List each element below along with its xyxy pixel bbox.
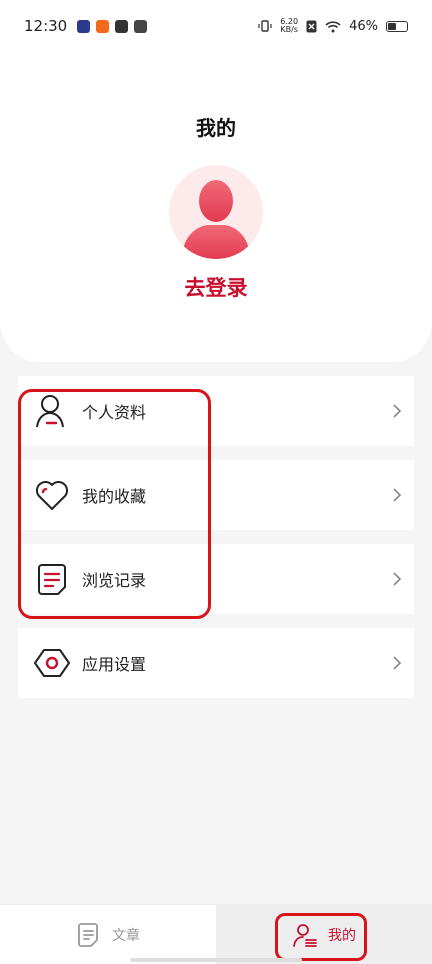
bottom-nav: 文章 我的 bbox=[0, 904, 432, 964]
chevron-right-icon bbox=[393, 572, 402, 586]
tab-articles[interactable]: 文章 bbox=[0, 905, 216, 964]
wifi-icon bbox=[325, 20, 341, 32]
person-icon bbox=[36, 395, 64, 428]
tab-mine[interactable]: 我的 bbox=[216, 905, 432, 964]
avatar[interactable] bbox=[169, 165, 263, 259]
article-icon bbox=[78, 923, 98, 947]
settings-hexagon-icon bbox=[34, 649, 70, 677]
heart-icon bbox=[36, 481, 68, 510]
menu-item-profile[interactable]: 个人资料 bbox=[18, 376, 414, 446]
menu-item-settings[interactable]: 应用设置 bbox=[18, 628, 414, 698]
vibrate-icon bbox=[258, 20, 272, 32]
page-title: 我的 bbox=[196, 116, 236, 140]
menu-item-label: 应用设置 bbox=[82, 655, 147, 674]
menu-item-label: 浏览记录 bbox=[82, 571, 147, 590]
chevron-right-icon bbox=[393, 656, 402, 670]
tab-label: 文章 bbox=[112, 928, 140, 944]
status-time: 12:30 bbox=[24, 17, 68, 35]
play-app-icon bbox=[77, 19, 91, 33]
net-speed: 6.20 KB/s bbox=[280, 18, 298, 34]
chevron-right-icon bbox=[393, 488, 402, 502]
net-speed-unit: KB/s bbox=[280, 25, 298, 34]
mail-app-icon bbox=[134, 19, 148, 33]
status-bar: 12:30 6.20 KB/s 46% bbox=[0, 0, 432, 52]
no-sim-icon bbox=[306, 20, 317, 32]
home-indicator bbox=[130, 958, 302, 962]
battery-text: 46% bbox=[349, 18, 378, 34]
battery-icon bbox=[386, 20, 408, 32]
link-app-icon bbox=[115, 19, 129, 33]
default-avatar-icon bbox=[182, 180, 250, 259]
chevron-right-icon bbox=[393, 404, 402, 418]
menu-item-favorites[interactable]: 我的收藏 bbox=[18, 460, 414, 530]
menu-item-history[interactable]: 浏览记录 bbox=[18, 544, 414, 614]
profile-header: 我的 去登录 bbox=[0, 52, 432, 362]
tab-label: 我的 bbox=[328, 928, 356, 944]
menu-item-label: 我的收藏 bbox=[82, 487, 147, 506]
profile-icon bbox=[293, 924, 317, 947]
menu-item-label: 个人资料 bbox=[82, 403, 147, 422]
document-list-icon bbox=[38, 564, 66, 595]
status-app-icons bbox=[77, 19, 148, 33]
orange-app-icon bbox=[96, 19, 110, 33]
login-link[interactable]: 去登录 bbox=[0, 272, 432, 302]
status-right: 6.20 KB/s 46% bbox=[258, 18, 408, 34]
